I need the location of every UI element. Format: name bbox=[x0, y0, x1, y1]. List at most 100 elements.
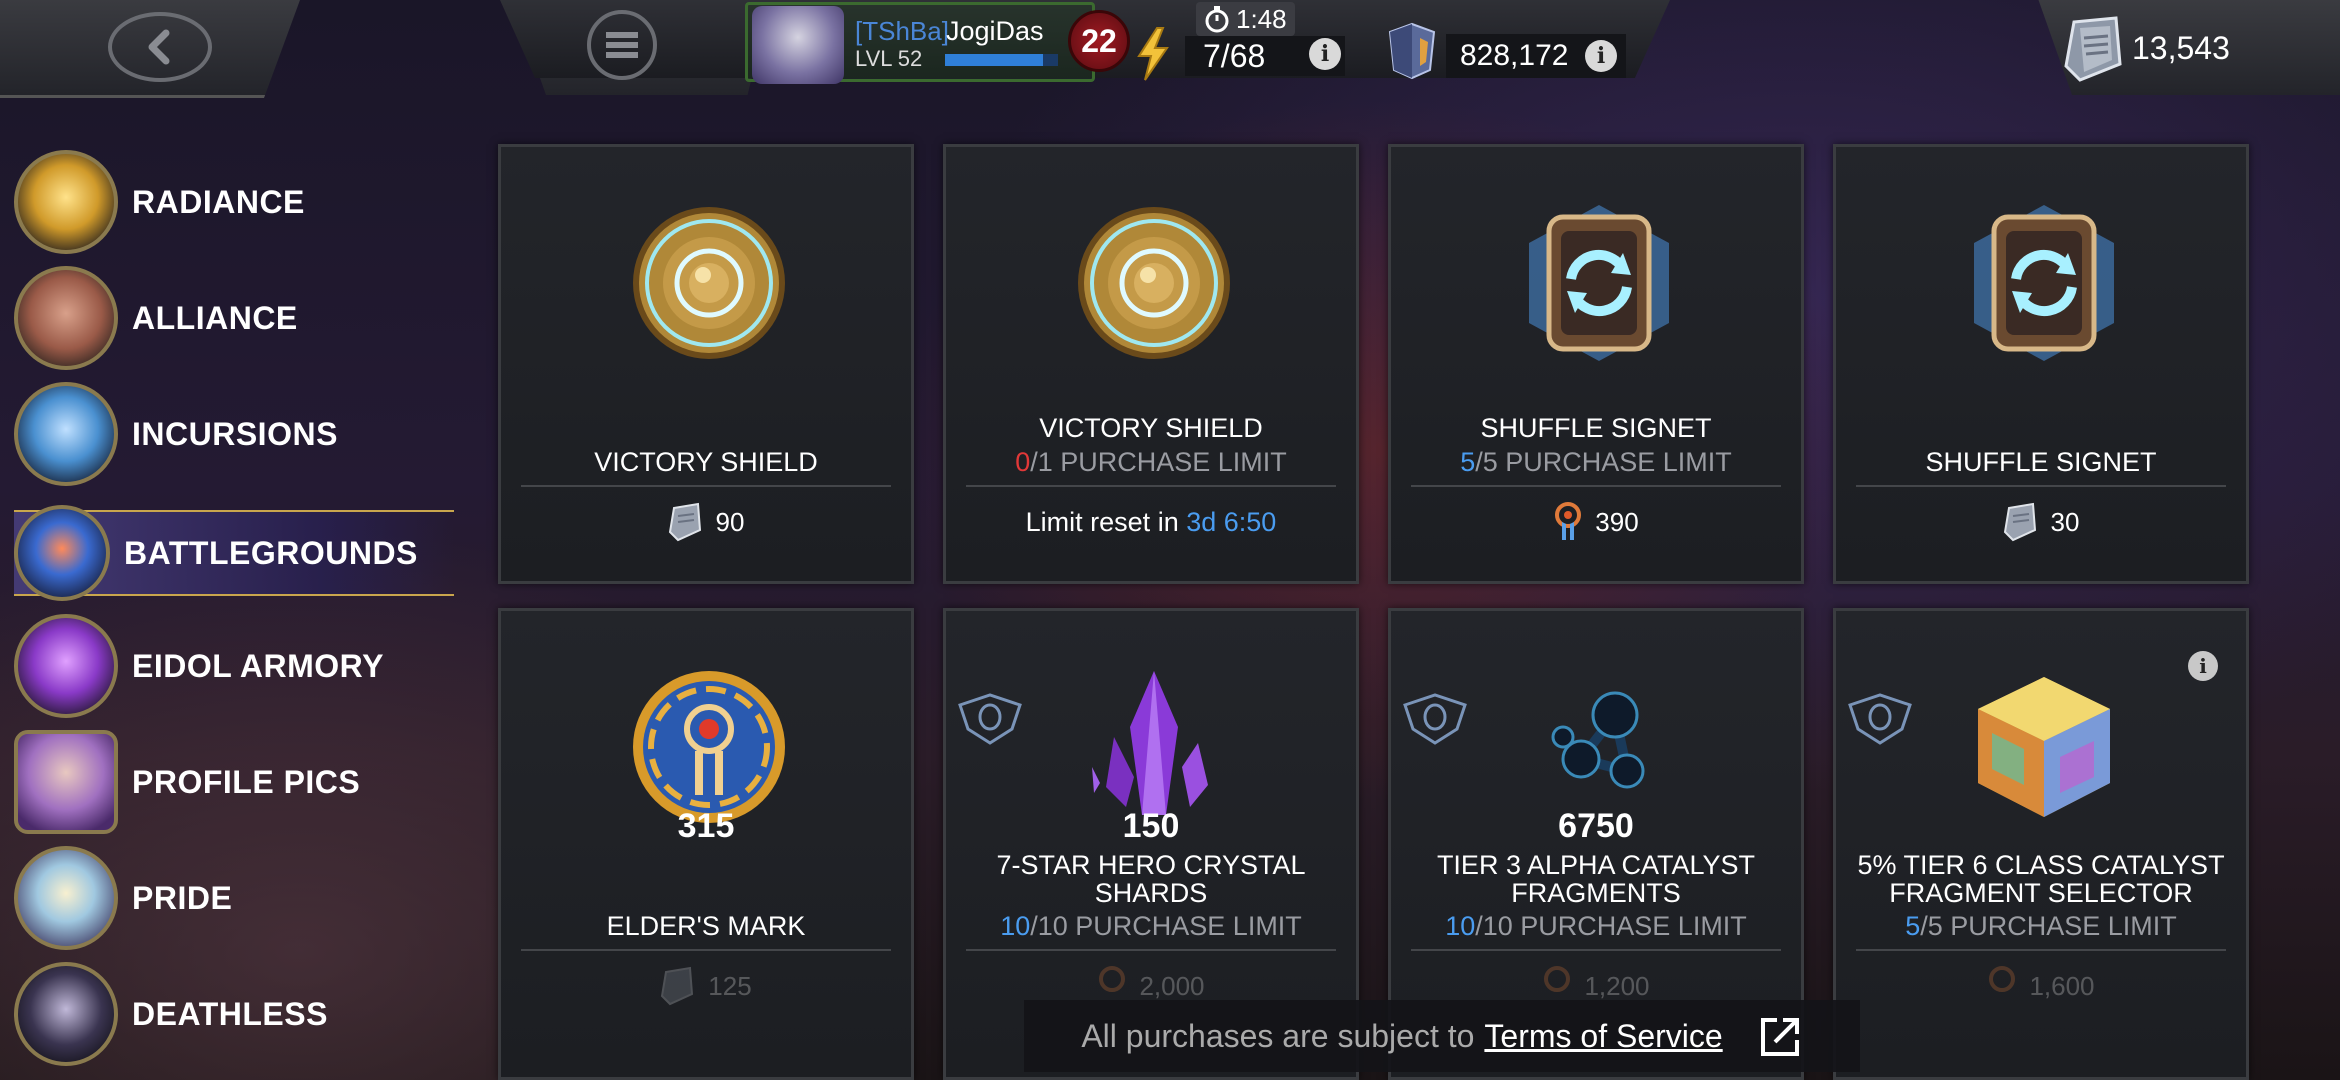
player-avatar[interactable] bbox=[752, 6, 844, 84]
pride-icon bbox=[14, 846, 118, 950]
shuffle-signet-icon bbox=[1529, 205, 1669, 361]
timer-value: 1:48 bbox=[1236, 3, 1287, 34]
item-name: 7-STAR HERO CRYSTAL SHARDS bbox=[996, 850, 1306, 908]
purchase-limit-current: 10 bbox=[1000, 911, 1031, 941]
card-divider bbox=[1856, 949, 2226, 951]
item-info-icon[interactable]: i bbox=[2188, 651, 2218, 681]
xp-progress-fill bbox=[945, 54, 1044, 66]
sidebar-item-radiance[interactable]: RADIANCE bbox=[14, 150, 454, 254]
xp-progress-bar bbox=[945, 54, 1058, 66]
sidebar-item-label: PRIDE bbox=[132, 879, 233, 916]
crest-badge-icon bbox=[1848, 693, 1912, 745]
purchase-limit: 10/10 PURCHASE LIMIT bbox=[946, 911, 1356, 942]
item-price: 125 bbox=[501, 966, 911, 1006]
limit-reset-label: Limit reset in bbox=[1025, 507, 1179, 537]
energy-info-icon[interactable]: i bbox=[1309, 38, 1341, 70]
sidebar-item-eidol-armory[interactable]: EIDOL ARMORY bbox=[14, 614, 454, 718]
item-name: 5% TIER 6 CLASS CATALYST FRAGMENT SELECT… bbox=[1857, 850, 2225, 908]
profile-pic-icon bbox=[14, 730, 118, 834]
item-price: 390 bbox=[1391, 502, 1801, 542]
external-link-icon[interactable] bbox=[1759, 1014, 1803, 1058]
purchase-limit-current: 5 bbox=[1460, 447, 1476, 477]
sidebar-item-label: EIDOL ARMORY bbox=[132, 647, 384, 684]
terms-footer: All purchases are subject to Terms of Se… bbox=[1024, 1000, 1860, 1072]
item-name: SHUFFLE SIGNET bbox=[1925, 447, 2157, 477]
menu-icon bbox=[606, 32, 638, 58]
limit-reset: Limit reset in 3d 6:50 bbox=[946, 507, 1356, 538]
purchase-limit-rest: /10 PURCHASE LIMIT bbox=[1030, 911, 1302, 941]
price-value: 2,000 bbox=[1139, 970, 1205, 1001]
sidebar-item-label: DEATHLESS bbox=[132, 995, 328, 1032]
purchase-limit: 0/1 PURCHASE LIMIT bbox=[946, 447, 1356, 478]
units-info-icon[interactable]: i bbox=[1585, 40, 1617, 72]
battlegrounds-token-icon bbox=[1555, 502, 1582, 540]
purchase-limit-rest: /5 PURCHASE LIMIT bbox=[1920, 911, 2177, 941]
item-name: SHUFFLE SIGNET bbox=[1480, 413, 1712, 443]
radiance-icon bbox=[14, 150, 118, 254]
top-bar: [TShBa] JogiDas LVL 52 22 1:48 7/68 i 82… bbox=[0, 0, 2340, 100]
item-price: 1,600 bbox=[1836, 966, 2246, 1006]
item-name: VICTORY SHIELD bbox=[594, 447, 818, 477]
item-quantity: 315 bbox=[677, 807, 735, 845]
level-badge: 22 bbox=[1068, 10, 1130, 72]
back-arrow-icon bbox=[148, 29, 170, 65]
card-divider bbox=[1411, 485, 1781, 487]
purchase-limit-current: 10 bbox=[1445, 911, 1476, 941]
battlegrounds-token-icon bbox=[1989, 966, 2016, 992]
sidebar-item-alliance[interactable]: ALLIANCE bbox=[14, 266, 454, 370]
store-item-card[interactable]: SHUFFLE SIGNET 5/5 PURCHASE LIMIT 390 bbox=[1388, 144, 1804, 584]
sidebar-item-battlegrounds[interactable]: BATTLEGROUNDS bbox=[14, 505, 454, 601]
glory-token-icon bbox=[2003, 502, 2036, 542]
item-quantity: 6750 bbox=[1558, 807, 1634, 845]
sidebar-item-incursions[interactable]: INCURSIONS bbox=[14, 382, 454, 486]
crystal-shards-icon bbox=[1092, 671, 1208, 815]
purchase-limit-current: 5 bbox=[1905, 911, 1921, 941]
glory-token-icon bbox=[661, 966, 694, 1006]
player-level: LVL 52 bbox=[855, 46, 923, 71]
shuffle-signet-icon bbox=[1974, 205, 2114, 361]
sidebar-item-profile-pics[interactable]: PROFILE PICS bbox=[14, 730, 454, 834]
store-item-card[interactable]: VICTORY SHIELD 0/1 PURCHASE LIMIT Limit … bbox=[943, 144, 1359, 584]
menu-button[interactable] bbox=[587, 10, 657, 80]
units-crystal-icon bbox=[1388, 22, 1436, 80]
item-price: 90 bbox=[501, 502, 911, 542]
store-item-card[interactable]: 315 ELDER'S MARK 125 bbox=[498, 608, 914, 1080]
purchase-limit: 5/5 PURCHASE LIMIT bbox=[1836, 911, 2246, 942]
glory-token-icon bbox=[668, 502, 701, 542]
lightning-icon bbox=[1137, 27, 1169, 81]
store-item-card[interactable]: i 5% TIER 6 CLASS CATALYST FRAGMENT SELE… bbox=[1833, 608, 2249, 1080]
victory-shield-icon bbox=[633, 207, 785, 359]
glory-currency-value: 13,543 bbox=[2132, 30, 2230, 66]
sidebar-item-pride[interactable]: PRIDE bbox=[14, 846, 454, 950]
price-value: 90 bbox=[715, 506, 745, 537]
crest-badge-icon bbox=[958, 693, 1022, 745]
item-name: TIER 3 ALPHA CATALYST FRAGMENTS bbox=[1436, 850, 1756, 908]
store-item-card[interactable]: SHUFFLE SIGNET 30 bbox=[1833, 144, 2249, 584]
player-name: JogiDas bbox=[946, 16, 1044, 46]
price-value: 125 bbox=[708, 970, 752, 1001]
stopwatch-icon bbox=[1205, 6, 1229, 33]
elders-mark-icon bbox=[633, 671, 785, 823]
item-quantity: 150 bbox=[1122, 807, 1180, 845]
sidebar-item-label: RADIANCE bbox=[132, 183, 305, 220]
alliance-tag: [TShBa] bbox=[855, 16, 949, 46]
store-item-card[interactable]: VICTORY SHIELD 90 bbox=[498, 144, 914, 584]
terms-of-service-link[interactable]: Terms of Service bbox=[1484, 1018, 1722, 1055]
limit-reset-time: 3d 6:50 bbox=[1186, 507, 1277, 537]
store-category-sidebar: RADIANCE ALLIANCE INCURSIONS BATTLEGROUN… bbox=[0, 100, 470, 1080]
price-value: 30 bbox=[2050, 506, 2080, 537]
item-name: VICTORY SHIELD bbox=[1039, 413, 1263, 443]
alliance-shield-icon bbox=[14, 266, 118, 370]
card-divider bbox=[1856, 485, 2226, 487]
victory-shield-icon bbox=[1078, 207, 1230, 359]
back-button[interactable] bbox=[108, 12, 212, 82]
battlegrounds-icon bbox=[14, 505, 110, 601]
card-divider bbox=[966, 949, 1336, 951]
price-value: 1,200 bbox=[1584, 970, 1650, 1001]
terms-text: All purchases are subject to bbox=[1081, 1017, 1475, 1054]
glory-token-icon bbox=[2064, 16, 2122, 82]
sidebar-item-deathless[interactable]: DEATHLESS bbox=[14, 962, 454, 1066]
eidol-armory-icon bbox=[14, 614, 118, 718]
crest-badge-icon bbox=[1403, 693, 1467, 745]
purchase-limit: 10/10 PURCHASE LIMIT bbox=[1391, 911, 1801, 942]
